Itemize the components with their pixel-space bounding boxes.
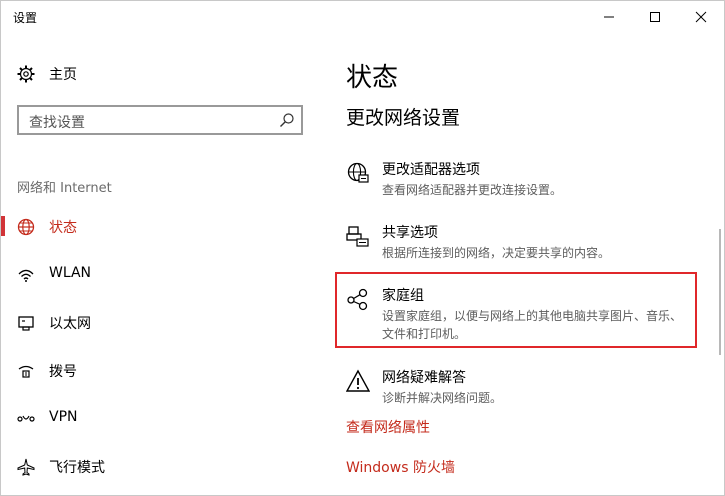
close-icon — [695, 11, 707, 23]
section-subtitle: 更改网络设置 — [346, 107, 461, 129]
windows-firewall-link[interactable]: Windows 防火墙 — [346, 457, 455, 477]
sidebar-item-label: 飞行模式 — [49, 460, 105, 476]
ethernet-icon — [18, 316, 34, 331]
sidebar-item-label: WLAN — [49, 265, 92, 281]
adapter-icon — [347, 162, 369, 183]
section-title: 网络和 Internet — [17, 181, 112, 196]
homegroup-highlight-box — [335, 272, 697, 348]
option-desc: 根据所连接到的网络，决定要共享的内容。 — [382, 246, 611, 260]
home-link[interactable]: 主页 — [17, 63, 77, 85]
sidebar-item-wlan[interactable]: WLAN — [1, 257, 331, 291]
active-indicator — [1, 216, 5, 236]
sidebar-item-status[interactable]: 状态 — [1, 209, 331, 243]
option-desc: 诊断并解决网络问题。 — [382, 391, 503, 405]
search-placeholder: 查找设置 — [29, 115, 85, 131]
minimize-button[interactable] — [586, 1, 632, 33]
sidebar: 主页 查找设置 网络和 Internet 状态 WLAN 以太网 拨号 VPN … — [1, 33, 331, 495]
home-label: 主页 — [49, 67, 77, 83]
search-input[interactable]: 查找设置 — [17, 105, 303, 135]
wifi-icon — [18, 269, 34, 282]
sidebar-item-airplane-mode[interactable]: 飞行模式 — [1, 449, 331, 483]
gear-icon — [17, 65, 35, 83]
option-title: 更改适配器选项 — [382, 162, 480, 178]
settings-window: 设置 主页 查找设置 网络和 Internet 状态 WLAN 以太网 拨号 V… — [0, 0, 725, 496]
maximize-button[interactable] — [632, 1, 678, 33]
option-title: 网络疑难解答 — [382, 370, 466, 386]
main-content: 状态 更改网络设置 更改适配器选项 查看网络适配器并更改连接设置。 共享选项 根… — [346, 33, 706, 495]
sidebar-item-label: VPN — [49, 409, 78, 425]
dialup-icon — [18, 365, 34, 378]
option-title: 共享选项 — [382, 225, 438, 241]
window-title: 设置 — [13, 11, 38, 25]
sidebar-item-label: 以太网 — [49, 316, 91, 332]
sharing-icon — [346, 226, 369, 247]
page-title: 状态 — [346, 63, 399, 93]
option-desc: 查看网络适配器并更改连接设置。 — [382, 183, 563, 197]
airplane-icon — [17, 458, 35, 476]
view-network-properties-link[interactable]: 查看网络属性 — [346, 417, 430, 437]
close-button[interactable] — [678, 1, 724, 33]
vpn-icon — [17, 415, 35, 422]
maximize-icon — [650, 12, 660, 22]
sidebar-item-ethernet[interactable]: 以太网 — [1, 305, 331, 339]
sidebar-item-label: 拨号 — [49, 364, 77, 380]
title-bar: 设置 — [1, 1, 724, 33]
scrollbar[interactable] — [719, 229, 721, 355]
minimize-icon — [604, 16, 614, 18]
sidebar-item-dialup[interactable]: 拨号 — [1, 353, 331, 387]
sidebar-item-vpn[interactable]: VPN — [1, 401, 331, 435]
warning-icon — [346, 369, 370, 392]
sidebar-item-label: 状态 — [49, 220, 77, 236]
search-icon[interactable] — [279, 112, 295, 128]
globe-icon — [17, 218, 35, 236]
